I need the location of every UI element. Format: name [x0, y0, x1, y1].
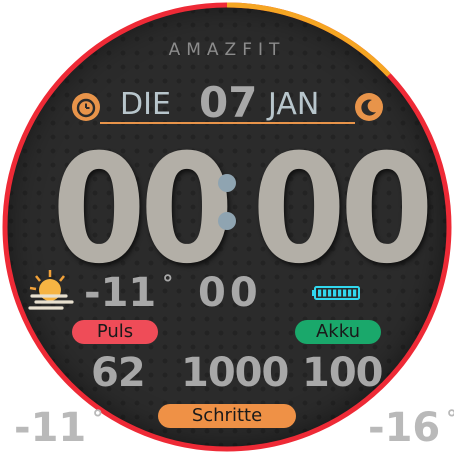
schritte-value: 1000 [181, 350, 289, 396]
temperature-high: -16 ° [368, 405, 454, 451]
watch-face: AMAZFIT DIE 07 JAN 00 00 -11 ° 00 Puls A… [0, 0, 454, 454]
battery-bar [338, 289, 342, 297]
battery-bar [343, 289, 347, 297]
temperature-low-value: -11 [14, 405, 87, 451]
weather-temperature-value: -11 [84, 270, 157, 316]
time-colon-top-dot [218, 174, 236, 192]
weather-degree-symbol: ° [162, 272, 174, 297]
date-weekday: DIE [120, 87, 171, 122]
weather-temperature: -11 ° [84, 270, 173, 316]
alarm-clock-icon[interactable] [72, 93, 100, 121]
battery-bar [318, 289, 322, 297]
date-month: JAN [268, 87, 320, 122]
temperature-low: -11 ° [14, 405, 103, 451]
battery-bar [348, 289, 352, 297]
akku-label: Akku [295, 320, 381, 344]
battery-bar [323, 289, 327, 297]
time-colon-bottom-dot [218, 212, 236, 230]
moon-icon[interactable] [355, 93, 383, 121]
temperature-low-degree: ° [92, 407, 104, 432]
middle-value: 00 [198, 270, 262, 316]
battery-bar [333, 289, 337, 297]
battery-icon[interactable] [311, 284, 363, 302]
akku-value: 100 [302, 350, 383, 396]
temperature-high-degree: ° [446, 407, 454, 432]
temperature-high-value: -16 [368, 405, 441, 451]
puls-value: 62 [91, 350, 146, 396]
puls-label: Puls [72, 320, 158, 344]
partly-cloudy-icon[interactable] [26, 268, 78, 316]
time-minutes: 00 [252, 123, 434, 297]
schritte-label: Schritte [158, 404, 296, 428]
battery-bar [353, 289, 357, 297]
brand-logo: AMAZFIT [168, 40, 286, 60]
battery-bar [328, 289, 332, 297]
